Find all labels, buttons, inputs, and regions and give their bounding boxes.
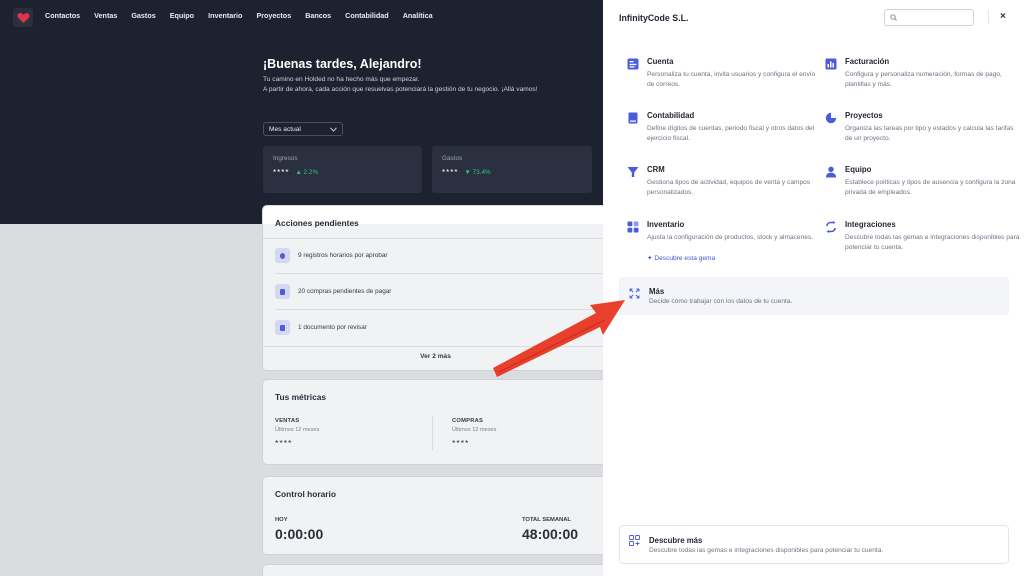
option-desc: Organiza las tareas por tipo y estados y… [845,125,1014,142]
option-equipo[interactable]: Equipo Establece políticas y tipos de au… [825,165,1015,201]
gem-link-label: Descubre esta gema [654,255,716,262]
search-input[interactable] [901,14,971,21]
option-title: Facturación [845,57,890,66]
kpi-label: Gastos [442,155,463,162]
discover-more-card[interactable]: Descubre más Descubre todas las gemas e … [619,525,1009,564]
company-name: InfinityCode S.L. [619,13,689,23]
greeting-title: ¡Buenas tardes, Alejandro! [263,57,422,71]
gem-link[interactable]: ✦ Descubre esta gema [647,254,715,262]
period-select-value: Mes actual [269,125,301,133]
kpi-ingresos[interactable]: Ingresos **** ▲ 2.2% [263,146,422,193]
option-integraciones[interactable]: Integraciones Descubre todas las gemas e… [825,220,1019,256]
divider [988,10,989,24]
greeting-subtitle-2: A partir de ahora, cada acción que resue… [263,86,538,93]
nav-analitica[interactable]: Analítica [403,11,433,20]
kpi-label: Ingresos [273,155,298,162]
discover-desc: Descubre todas las gemas e integraciones… [649,547,884,554]
crm-funnel-icon [627,167,639,177]
projects-icon [825,112,837,124]
integrations-icon [826,221,836,233]
nav-ventas[interactable]: Ventas [94,11,117,20]
option-title: Integraciones [845,220,896,229]
modal-backdrop[interactable] [0,224,603,576]
nav-proyectos[interactable]: Proyectos [256,11,291,20]
option-title: Contabilidad [647,111,695,120]
kpi-value: **** [442,168,459,177]
nav-contactos[interactable]: Contactos [45,11,80,20]
nav-bancos[interactable]: Bancos [305,11,331,20]
inventory-icon [627,221,639,233]
option-desc: Define dígitos de cuentas, periodo fisca… [647,125,815,142]
search-box[interactable] [884,9,974,26]
option-desc: Decide cómo trabajar con los datos de tu… [649,298,793,305]
option-mas[interactable]: Más Decide cómo trabajar con los datos d… [619,277,1009,315]
option-title: Proyectos [845,111,883,120]
nav-gastos[interactable]: Gastos [131,11,155,20]
close-button[interactable]: × [1000,11,1006,22]
option-desc: Configura y personaliza numeración, form… [845,71,1002,88]
option-desc: Descubre todas las gemas e integraciones… [845,234,1020,251]
kpi-gastos[interactable]: Gastos **** ▼ 73.4% [432,146,592,193]
nav-equipo[interactable]: Equipo [170,11,194,20]
main-nav: Contactos Ventas Gastos Equipo Inventari… [45,11,447,20]
option-title: Equipo [845,165,872,174]
option-desc: Gestiona tipos de actividad, equipos de … [647,179,811,196]
app-logo[interactable] [13,8,33,27]
chevron-down-icon [330,126,337,132]
option-proyectos[interactable]: Proyectos Organiza las tareas por tipo y… [825,111,1015,147]
period-select[interactable]: Mes actual [263,122,343,136]
kpi-delta: ▲ 2.2% [295,169,319,176]
account-icon [627,58,639,70]
apps-plus-icon [629,535,640,546]
option-crm[interactable]: CRM Gestiona tipos de actividad, equipos… [627,165,817,201]
option-desc: Personaliza tu cuenta, invita usuarios y… [647,71,816,88]
option-desc: Ajusta la configuración de productos, st… [647,234,814,241]
kpi-value: **** [273,168,290,177]
nav-inventario[interactable]: Inventario [208,11,242,20]
expand-arrows-icon [629,288,640,299]
nav-contabilidad[interactable]: Contabilidad [345,11,389,20]
option-title: Más [649,287,665,296]
greeting-subtitle-1: Tu camino en Holded no ha hecho más que … [263,76,420,83]
accounting-icon [628,112,638,124]
option-cuenta[interactable]: Cuenta Personaliza tu cuenta, invita usu… [627,57,817,93]
kpi-delta: ▼ 73.4% [464,169,491,176]
discover-title: Descubre más [649,536,703,545]
heart-logo-icon [16,12,30,23]
option-title: Inventario [647,220,685,229]
option-facturacion[interactable]: Facturación Configura y personaliza nume… [825,57,1015,93]
search-icon [890,14,897,21]
option-desc: Establece políticas y tipos de ausencia … [845,179,1016,196]
option-title: CRM [647,165,665,174]
option-contabilidad[interactable]: Contabilidad Define dígitos de cuentas, … [627,111,817,147]
billing-icon [825,58,837,70]
settings-panel: InfinityCode S.L. × Cuenta Personaliza t… [603,0,1024,576]
option-title: Cuenta [647,57,674,66]
option-inventario[interactable]: Inventario Ajusta la configuración de pr… [627,220,817,266]
team-icon [826,166,836,178]
